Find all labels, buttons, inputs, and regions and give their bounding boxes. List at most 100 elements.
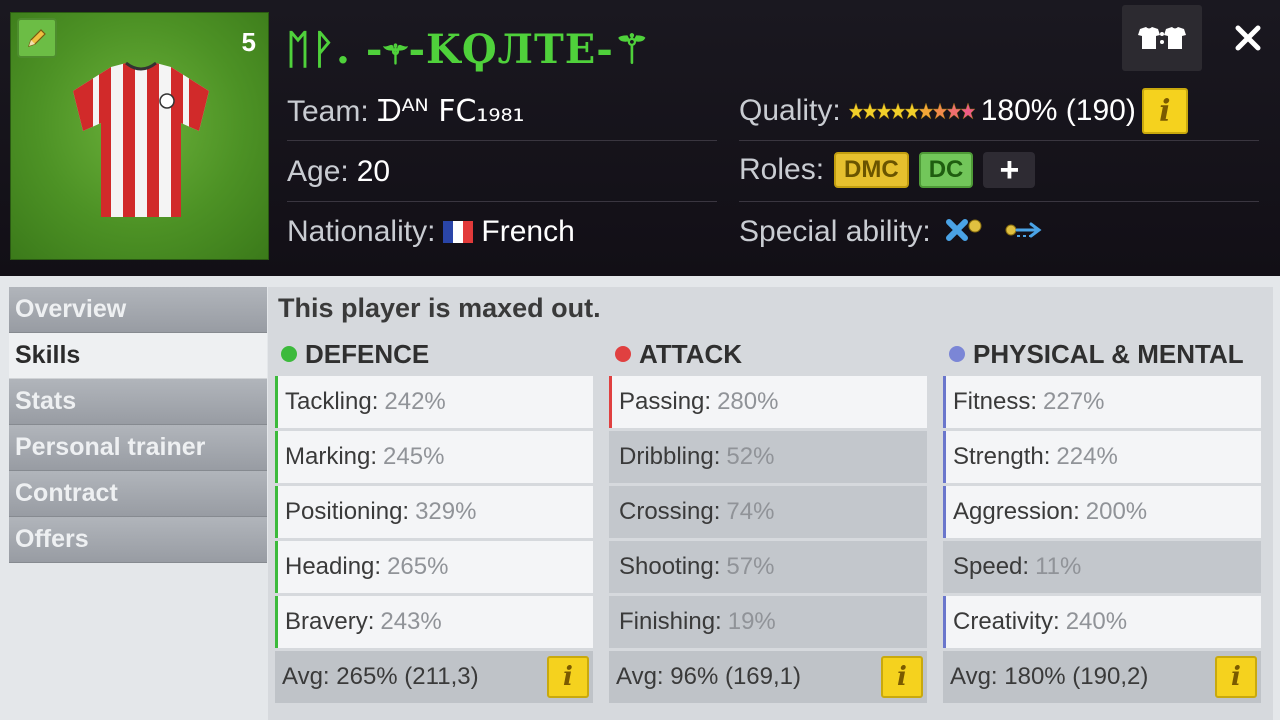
skill-name: Tackling: xyxy=(285,388,379,415)
shirt-icon xyxy=(73,61,209,217)
skill-name: Creativity: xyxy=(953,608,1060,635)
skill-value: 52% xyxy=(726,443,775,470)
skill-name: Crossing: xyxy=(619,498,721,525)
team-label: Team: xyxy=(287,94,369,128)
flag-france-icon xyxy=(443,221,474,243)
quality-info-button[interactable]: i xyxy=(1141,88,1188,134)
player-name: ᛖᚹ. -⚚-KϘЛТЕ-⚚ xyxy=(286,26,651,73)
pass-ability-icon[interactable] xyxy=(1001,216,1047,248)
skill-name: Heading: xyxy=(285,553,382,580)
skill-row: Fitness: 227% xyxy=(943,376,1261,428)
attack-info-button[interactable]: i xyxy=(881,656,923,698)
team-row: Team: ᗪᴬᴺ ϜϹ₁₉₈₁ xyxy=(287,94,525,129)
skill-row: Marking: 245% xyxy=(275,431,593,483)
star-icon xyxy=(890,102,905,120)
skill-value: 329% xyxy=(415,498,477,525)
add-role-button[interactable]: + xyxy=(983,151,1036,189)
skill-row: Strength: 224% xyxy=(943,431,1261,483)
age-value: 20 xyxy=(356,155,391,188)
skill-name: Positioning: xyxy=(285,498,410,525)
info-icon: i xyxy=(897,662,907,692)
skill-name: Marking: xyxy=(285,443,378,470)
defence-column: DEFENCE Tackling: 242% Marking: 245% Posit… xyxy=(275,335,593,703)
skill-name: Passing: xyxy=(619,388,712,415)
average-text: Avg: 96% (169,1) xyxy=(616,663,802,690)
physical-mental-header: PHYSICAL & MENTAL xyxy=(943,335,1261,373)
team-name[interactable]: ᗪᴬᴺ ϜϹ₁₉₈₁ xyxy=(377,94,525,129)
sidebar-nav: Overview Skills Stats Personal trainer C… xyxy=(9,287,267,563)
sidebar-item-stats[interactable]: Stats xyxy=(9,379,267,425)
attack-header: ATTACK xyxy=(609,335,927,373)
sidebar-item-contract[interactable]: Contract xyxy=(9,471,267,517)
quality-stars xyxy=(848,99,975,123)
skill-row: Finishing: 19% xyxy=(609,596,927,648)
skill-row: Aggression: 200% xyxy=(943,486,1261,538)
info-icon: i xyxy=(1231,662,1241,692)
sidebar-item-overview[interactable]: Overview xyxy=(9,287,267,333)
skill-row: Crossing: 74% xyxy=(609,486,927,538)
attack-average: Avg: 96% (169,1) i xyxy=(609,651,927,703)
average-text: Avg: 180% (190,2) xyxy=(950,663,1149,690)
skill-value: 243% xyxy=(380,608,442,635)
skill-name: Speed: xyxy=(953,553,1030,580)
star-icon xyxy=(960,102,975,120)
star-icon xyxy=(932,102,947,120)
average-text: Avg: 265% (211,3) xyxy=(282,663,479,690)
skill-name: Dribbling: xyxy=(619,443,721,470)
skill-row: Passing: 280% xyxy=(609,376,927,428)
defence-info-button[interactable]: i xyxy=(547,656,589,698)
age-label: Age: xyxy=(287,155,349,188)
defence-header: DEFENCE xyxy=(275,335,593,373)
quality-row: Quality: 180% (190) i xyxy=(739,88,1188,134)
role-badge-dmc[interactable]: DMC xyxy=(834,152,909,188)
skill-value: 11% xyxy=(1035,553,1082,580)
sidebar-item-offers[interactable]: Offers xyxy=(9,517,267,563)
star-icon xyxy=(904,102,919,120)
skill-name: Finishing: xyxy=(619,608,722,635)
skill-name: Bravery: xyxy=(285,608,375,635)
shirt-number: 5 xyxy=(241,27,256,57)
star-icon xyxy=(876,102,891,120)
skill-row: Creativity: 240% xyxy=(943,596,1261,648)
skill-value: 57% xyxy=(726,553,775,580)
skill-value: 19% xyxy=(727,608,776,635)
skill-name: Shooting: xyxy=(619,553,721,580)
physical-mental-title: PHYSICAL & MENTAL xyxy=(973,338,1244,369)
sidebar-item-skills[interactable]: Skills xyxy=(9,333,267,379)
roles-row: Roles: DMC DC + xyxy=(739,151,1036,189)
physical-mental-column: PHYSICAL & MENTAL Fitness: 227% Strength:… xyxy=(943,335,1261,703)
physical-info-button[interactable]: i xyxy=(1215,656,1257,698)
star-icon xyxy=(862,102,877,120)
quality-value: 180% (190) xyxy=(980,94,1136,127)
star-icon xyxy=(918,102,933,120)
skill-name: Aggression: xyxy=(953,498,1080,525)
sidebar-item-personal-trainer[interactable]: Personal trainer xyxy=(9,425,267,471)
special-ability-label: Special ability: xyxy=(739,215,931,248)
player-portrait: 5 xyxy=(10,12,269,260)
skill-row: Bravery: 243% xyxy=(275,596,593,648)
attack-title: ATTACK xyxy=(639,338,743,369)
star-icon xyxy=(946,102,961,120)
skill-value: 74% xyxy=(726,498,775,525)
defence-title: DEFENCE xyxy=(305,338,430,369)
role-badge-dc[interactable]: DC xyxy=(918,152,974,188)
edit-button[interactable] xyxy=(17,18,57,58)
close-icon xyxy=(1235,25,1261,51)
attack-dot-icon xyxy=(615,346,631,362)
skill-value: 200% xyxy=(1085,498,1148,525)
tackle-ability-icon[interactable] xyxy=(943,216,987,248)
kit-swap-button[interactable] xyxy=(1122,5,1202,71)
close-button[interactable] xyxy=(1228,18,1268,58)
skill-value: 245% xyxy=(383,443,445,470)
skill-row: Heading: 265% xyxy=(275,541,593,593)
defence-dot-icon xyxy=(281,346,297,362)
divider xyxy=(287,201,717,202)
nationality-value: French xyxy=(481,215,575,248)
attack-column: ATTACK Passing: 280% Dribbling: 52% Crossi… xyxy=(609,335,927,703)
skill-value: 227% xyxy=(1043,388,1105,415)
divider xyxy=(739,140,1259,141)
age-row: Age: 20 xyxy=(287,155,390,189)
skill-value: 242% xyxy=(384,388,446,415)
skill-value: 224% xyxy=(1056,443,1118,470)
skill-value: 280% xyxy=(717,388,779,415)
